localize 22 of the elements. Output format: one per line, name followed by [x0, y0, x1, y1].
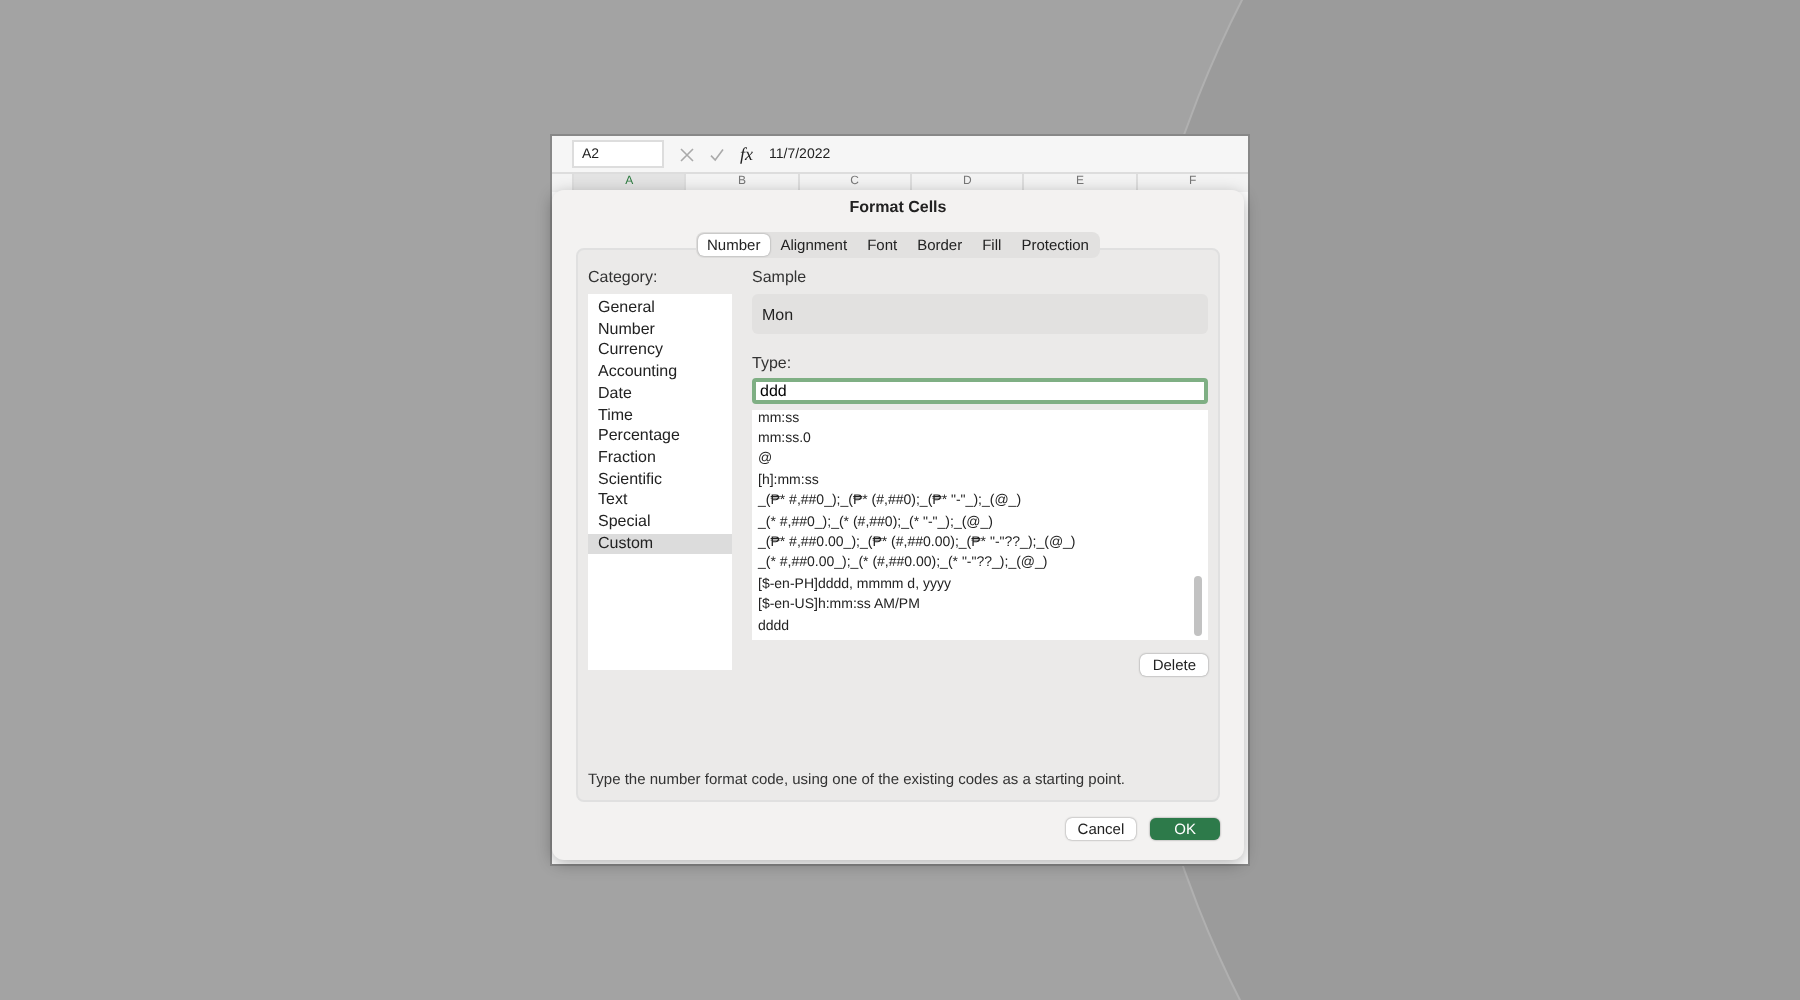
- type-label: Type:: [752, 354, 794, 372]
- category-item[interactable]: Special: [588, 512, 732, 534]
- category-item[interactable]: Text: [588, 490, 732, 513]
- category-item[interactable]: Date: [588, 383, 732, 406]
- category-label: Category:: [588, 268, 660, 286]
- category-item[interactable]: General: [588, 298, 732, 320]
- dialog-title: Format Cells: [847, 196, 949, 220]
- sample-box: Mon: [752, 294, 1208, 334]
- scrollbar-thumb[interactable]: [1194, 576, 1202, 636]
- category-item[interactable]: Custom: [588, 533, 732, 555]
- category-item[interactable]: Currency: [588, 340, 732, 363]
- category-item[interactable]: Accounting: [588, 362, 732, 384]
- category-item[interactable]: Fraction: [588, 447, 732, 470]
- category-item[interactable]: Number: [588, 319, 732, 341]
- category-item[interactable]: Percentage: [588, 426, 732, 448]
- cancel-icon[interactable]: [680, 147, 694, 161]
- category-item[interactable]: Scientific: [588, 469, 732, 491]
- sample-label: Sample: [752, 268, 809, 286]
- category-item[interactable]: Time: [588, 405, 732, 427]
- type-input-field[interactable]: ddd: [752, 378, 1208, 404]
- fx-icon: fx: [740, 144, 753, 164]
- check-icon[interactable]: [710, 147, 724, 161]
